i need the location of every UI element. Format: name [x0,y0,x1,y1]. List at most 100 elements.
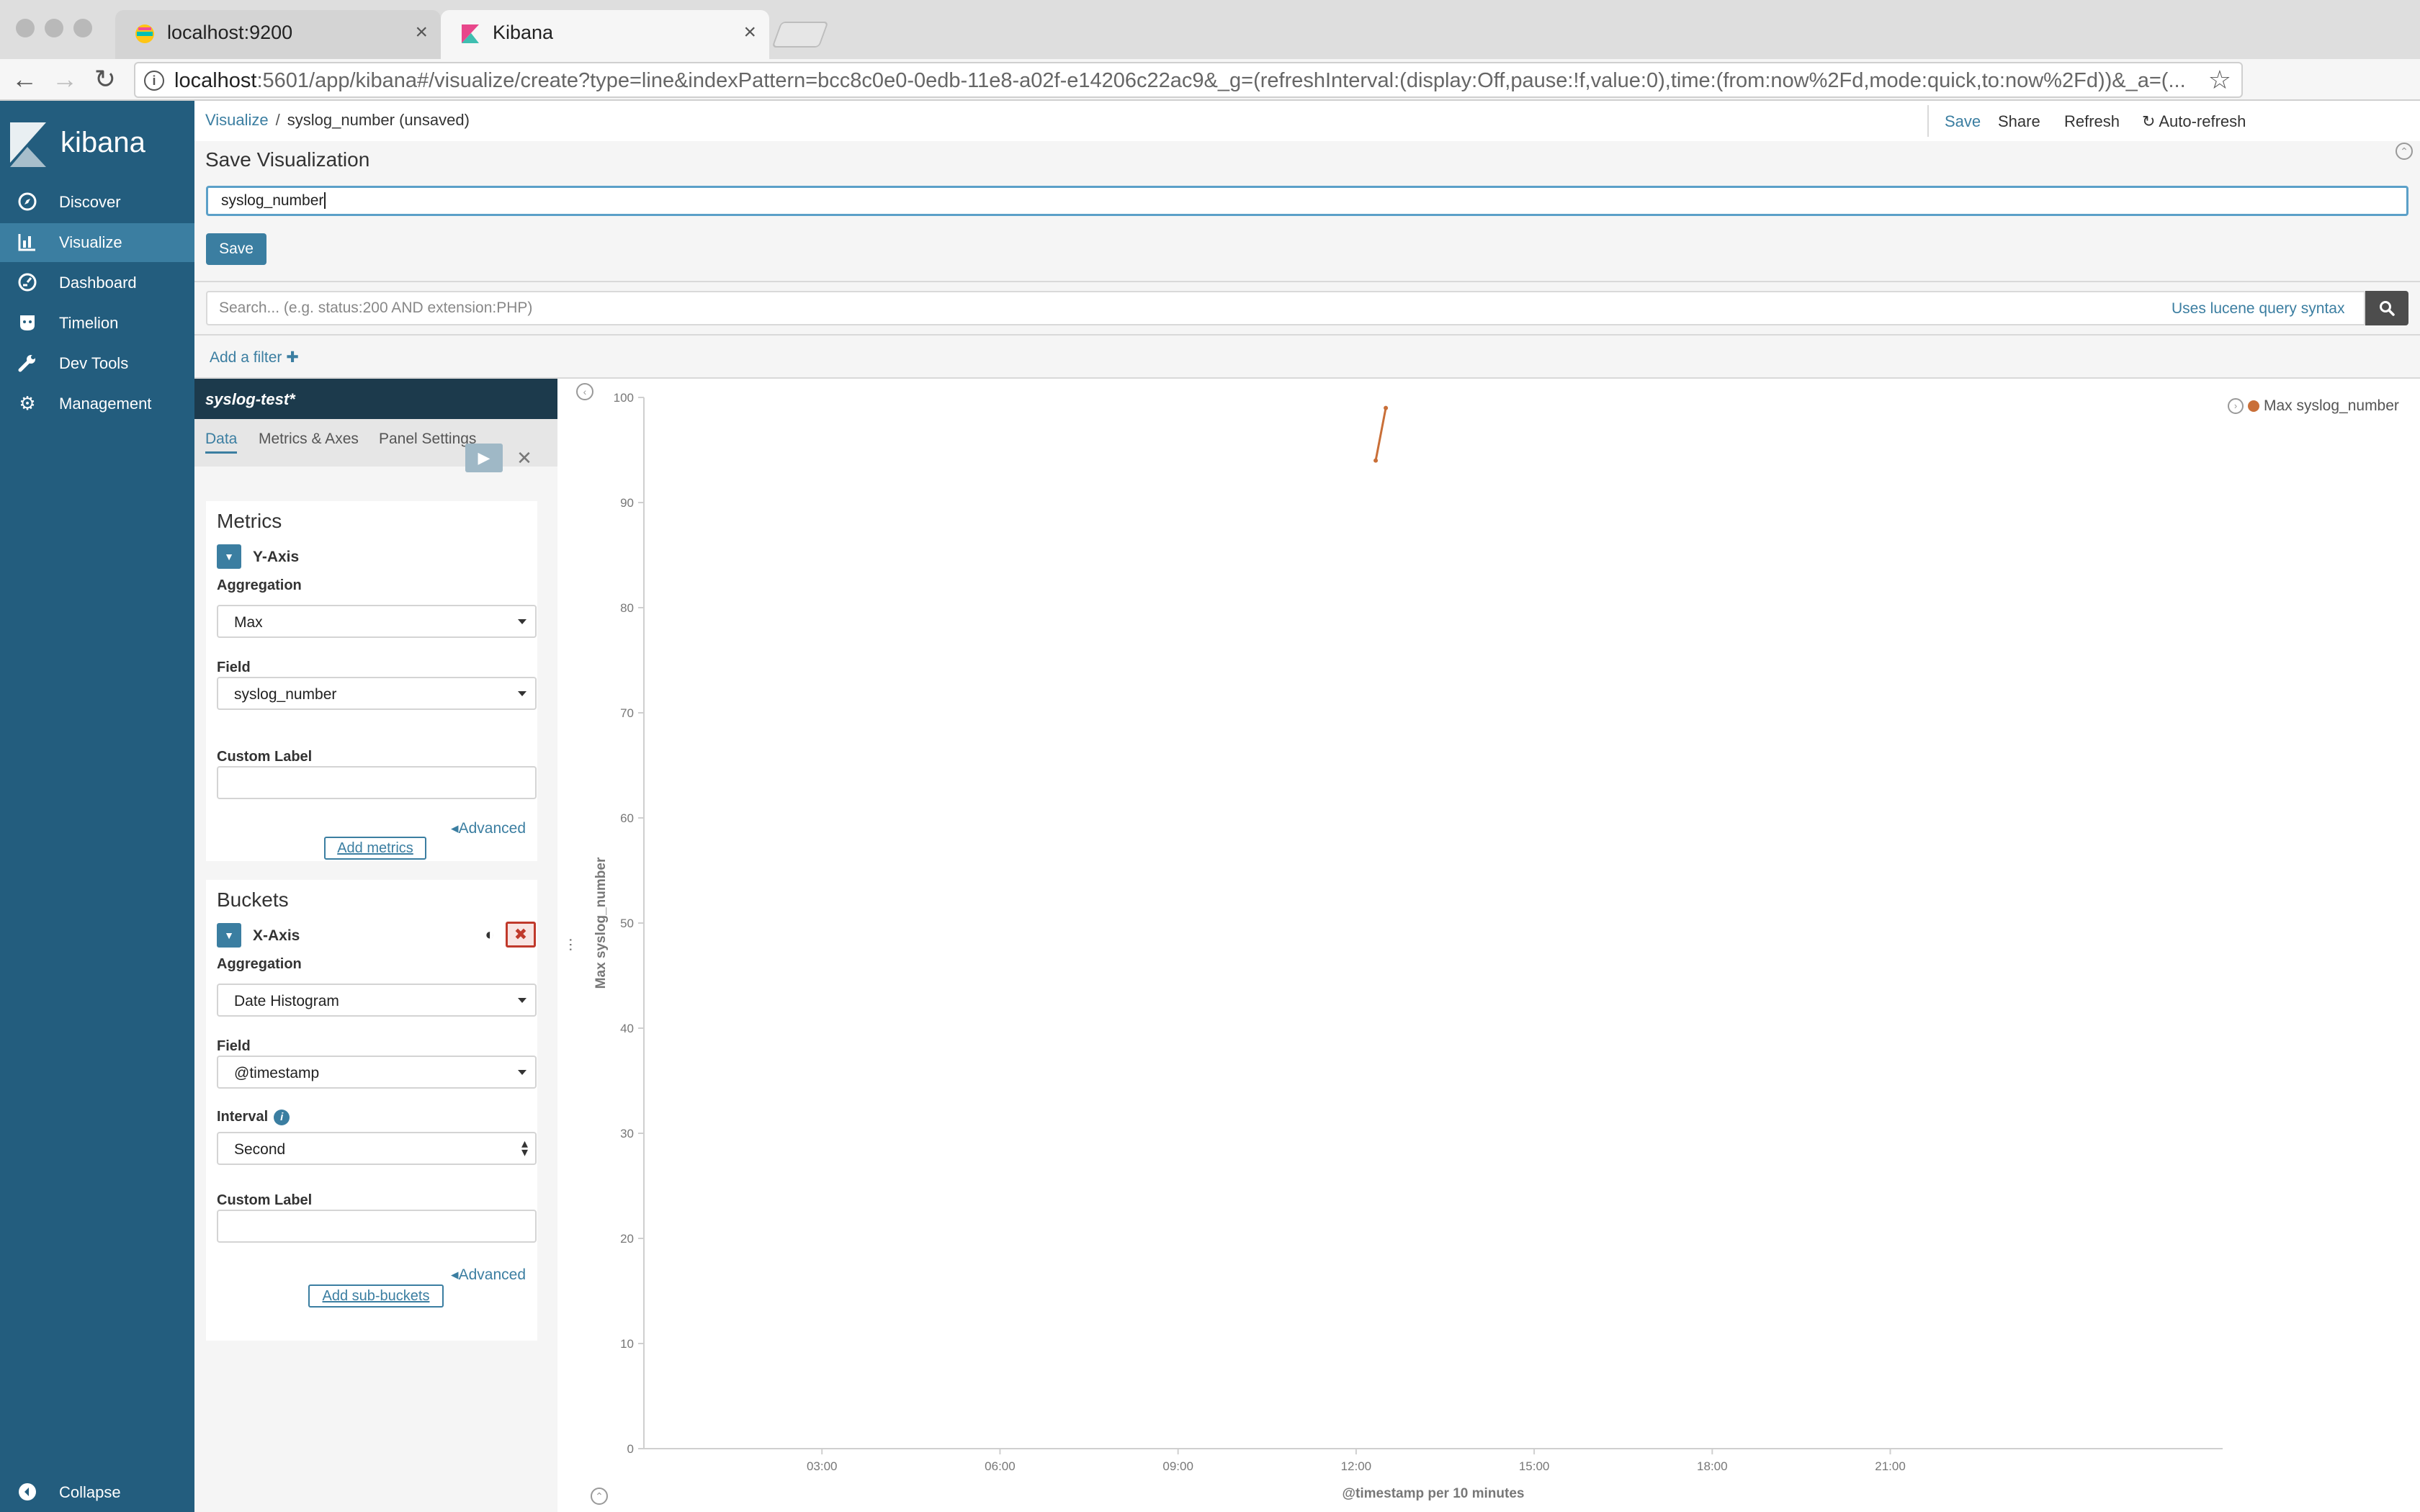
add-sub-buckets-button[interactable]: Add sub-buckets [308,1284,444,1308]
topnav-save[interactable]: Save [1945,112,1981,131]
line-chart-svg: 0 10 20 30 40 50 60 70 80 90 100 03:00 06:00 09:00 12:… [593,391,2223,1501]
updown-caret-icon: ▴ ▾ [521,1136,528,1159]
browser-tab-bar: localhost:9200 × Kibana × [0,0,2420,59]
editor-tabs: Data Metrics & Axes Panel Settings [194,419,557,467]
sidebar-item-discover[interactable]: Discover [0,183,194,222]
caret-left-icon: ◂ [451,1266,459,1283]
y-tick-label: 0 [627,1442,634,1456]
legend-toggle-icon[interactable]: › [2228,398,2244,415]
tab-metrics-axes[interactable]: Metrics & Axes [259,419,359,454]
kibana-brand: kibana [60,127,145,158]
plus-icon: ✚ [286,349,299,366]
visualization-title-value: syslog_number [221,192,324,209]
search-input[interactable]: Search... (e.g. status:200 AND extension… [206,291,2365,325]
chevron-down-icon[interactable]: ▼ [217,923,241,948]
address-bar[interactable]: i localhost:5601/app/kibana#/visualize/c… [134,62,2243,98]
visualization-title-input[interactable]: syslog_number [206,186,2408,216]
add-filter-link[interactable]: Add a filter ✚ [210,348,299,366]
new-tab-button[interactable] [771,22,829,48]
url-path: :5601/app/kibana#/visualize/create?type=… [256,69,2186,92]
info-icon[interactable]: i [274,1109,290,1125]
y-tick-label: 100 [614,391,634,405]
reload-icon[interactable]: ↻ [89,65,121,96]
sidebar-item-dev-tools[interactable]: Dev Tools [0,344,194,383]
chevron-down-icon[interactable]: ▼ [217,544,241,569]
chart-legend: › Max syslog_number [2228,397,2399,415]
metric-advanced-toggle[interactable]: ◂Advanced [451,819,526,837]
index-pattern-title: syslog-test* [194,379,557,419]
breadcrumb: Visualize / syslog_number (unsaved) [205,111,470,130]
x-tick-label: 21:00 [1875,1459,1906,1473]
window-maximize-button[interactable] [73,19,92,37]
window-minimize-button[interactable] [45,19,63,37]
auto-refresh-label: Auto-refresh [2159,112,2246,130]
series-line [1374,408,1387,461]
filter-bar: Add a filter ✚ [194,336,2420,379]
dashboard-icon [18,273,37,292]
save-panel-title: Save Visualization [205,148,370,171]
legend-series-swatch [2248,400,2259,413]
window-close-button[interactable] [16,19,35,37]
topnav-share[interactable]: Share [1998,112,2040,131]
bucket-field-select[interactable]: @timestamp [217,1056,537,1089]
data-point [1373,458,1379,463]
metric-field-value: syslog_number [234,686,337,703]
back-arrow-icon[interactable]: ← [9,65,40,96]
topnav-auto-refresh[interactable]: ↻ Auto-refresh [2142,112,2246,131]
sidebar-collapse-button[interactable]: Collapse [0,1472,194,1512]
add-metrics-button[interactable]: Add metrics [324,837,426,860]
x-tick-label: 12:00 [1341,1459,1372,1473]
advanced-label: Advanced [458,820,526,837]
discard-changes-button[interactable]: ✕ [511,445,537,471]
bucket-aggregation-value: Date Histogram [234,993,339,1009]
close-icon[interactable]: × [415,20,428,45]
x-tick-label: 09:00 [1162,1459,1193,1473]
toggle-icon[interactable]: ◐ [478,923,501,946]
sidebar-item-dashboard[interactable]: Dashboard [0,264,194,302]
browser-tab-localhost[interactable]: localhost:9200 × [115,10,441,59]
chevron-up-icon[interactable]: ⌃ [591,1488,608,1505]
metric-custom-label-input[interactable] [217,766,537,799]
metric-field-select[interactable]: syslog_number [217,677,537,710]
site-info-icon[interactable]: i [144,71,164,91]
apply-changes-button[interactable]: ▶ [465,444,503,472]
buckets-card: Buckets ▼ X-Axis ◐ ✖ Aggregation Date Hi… [206,880,537,1341]
y-tick-label: 50 [620,917,634,930]
chevron-up-icon[interactable]: ⌃ [2396,143,2413,160]
vis-editor-sidebar: syslog-test* Data Metrics & Axes Panel S… [194,379,557,1512]
topnav-refresh[interactable]: Refresh [2064,112,2120,131]
bucket-advanced-toggle[interactable]: ◂Advanced [451,1266,526,1284]
bucket-custom-label-input[interactable] [217,1210,537,1243]
tab-title: localhost:9200 [167,22,293,43]
breadcrumb-visualize-link[interactable]: Visualize [205,111,269,129]
breadcrumb-current: syslog_number (unsaved) [287,111,470,129]
remove-bucket-button[interactable]: ✖ [506,922,536,948]
tab-data[interactable]: Data [205,419,238,454]
metric-aggregation-select[interactable]: Max [217,605,537,638]
sidebar-item-management[interactable]: ⚙ Management [0,384,194,423]
interval-select[interactable]: Second ▴ ▾ [217,1132,537,1165]
y-tick-label: 20 [620,1232,634,1246]
kibana-logo-icon [10,122,46,167]
search-button[interactable] [2365,291,2408,325]
sidebar-item-label: Dashboard [59,274,137,292]
forward-arrow-icon[interactable]: → [49,65,81,96]
lucene-syntax-link[interactable]: Uses lucene query syntax [2172,300,2344,318]
legend-series-label[interactable]: Max syslog_number [2264,397,2399,414]
sidebar-item-timelion[interactable]: Timelion [0,304,194,343]
bucket-aggregation-select[interactable]: Date Histogram [217,984,537,1017]
tab-panel-settings[interactable]: Panel Settings [379,419,476,454]
save-visualization-panel: Save Visualization syslog_number Save ⌃ [194,141,2420,282]
close-icon: ✕ [516,447,532,469]
sidebar-item-visualize[interactable]: Visualize [0,223,194,262]
bookmark-star-icon[interactable]: ☆ [2208,65,2231,95]
refresh-icon: ↻ [2142,112,2156,130]
save-button[interactable]: Save [206,233,266,265]
chevron-left-icon[interactable]: ‹ [576,383,593,400]
elastic-favicon-icon [135,24,154,43]
browser-tab-kibana[interactable]: Kibana × [441,10,769,59]
close-icon[interactable]: × [743,20,756,45]
y-tick-label: 30 [620,1127,634,1140]
breadcrumb-separator: / [275,111,280,129]
advanced-label: Advanced [458,1266,526,1283]
